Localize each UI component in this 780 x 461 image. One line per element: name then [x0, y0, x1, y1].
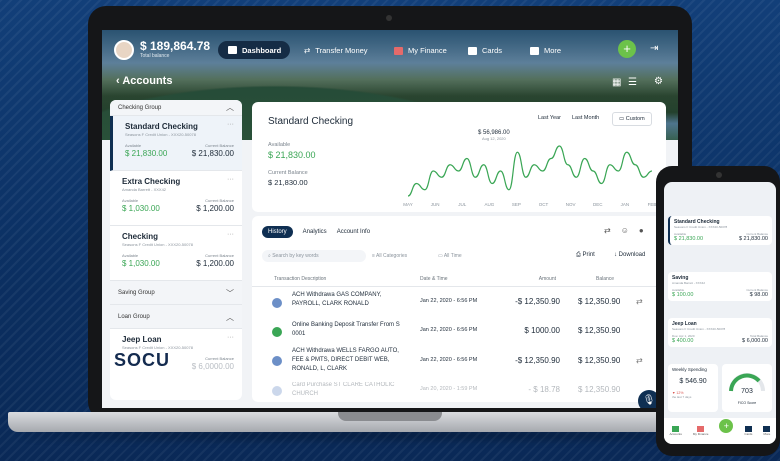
account-title: Standard Checking [268, 116, 354, 127]
printer-icon: ⎙ [576, 252, 581, 258]
nav-more[interactable]: More [530, 46, 561, 55]
weekly-spending-card[interactable]: Weekly Spending $ 546.90 ▼ 12% the last … [668, 364, 718, 412]
grid-view-icon[interactable]: ▦ [612, 77, 621, 88]
x-tick-label: OCT [539, 202, 549, 207]
x-tick-label: DEC [593, 202, 603, 207]
people-icon[interactable]: ☺ [621, 226, 629, 235]
chevron-left-icon: ‹ [116, 75, 120, 87]
avatar[interactable] [114, 40, 134, 60]
calendar-icon: ▭ [619, 116, 625, 122]
phone-bottom-nav: Accounts My Finance + Cards More [664, 418, 776, 444]
page-title: Accounts [122, 75, 173, 87]
phone-nav-my-finance[interactable]: My Finance [693, 426, 708, 436]
account-standard-checking[interactable]: Standard Checking Seasons F Credit Union… [110, 116, 242, 171]
x-tick-label: NOV [566, 202, 576, 207]
x-tick-label: SEP [512, 202, 521, 207]
more-dots-icon[interactable]: ··· [227, 231, 234, 238]
chevron-up-icon: ︿ [226, 103, 234, 112]
chevron-down-icon: ﹀ [226, 289, 234, 298]
filter-custom[interactable]: ▭ Custom [612, 112, 652, 126]
fico-score-card[interactable]: 703 FICO Score [722, 364, 772, 412]
calendar-icon: ▭ [438, 253, 443, 259]
logout-icon[interactable]: ⇥ [650, 43, 658, 54]
x-tick-label: AUG [484, 202, 494, 207]
filter-icon: ≡ [372, 253, 375, 259]
nav-my-finance[interactable]: My Finance [394, 46, 447, 55]
phone-nav-accounts[interactable]: Accounts [670, 426, 682, 436]
phone-account-card[interactable]: Standard Checking Seasons F Credit Union… [668, 216, 772, 245]
balance-line-chart: MAY JUN JUL AUG SEP OCT NOV DEC JAN FEB [403, 145, 656, 207]
more-dots-icon[interactable]: ··· [227, 121, 234, 128]
account-extra-checking[interactable]: Extra Checking Amanda Barrett - XXX42 ··… [110, 171, 242, 226]
x-tick-label: JUL [458, 202, 466, 207]
table-row[interactable]: Card Purchase ST CLARE CATHOLIC CHURCH J… [252, 380, 666, 402]
chevron-up-icon: ︿ [226, 313, 234, 322]
laptop-camera [386, 15, 392, 21]
tab-analytics[interactable]: Analytics [303, 229, 327, 235]
deposit-icon [272, 327, 282, 337]
total-balance: $ 189,864.78 [140, 39, 211, 53]
download-icon: ↓ [614, 252, 617, 258]
search-icon: ⌕ [268, 253, 271, 259]
transaction-icon [272, 356, 282, 366]
balance-series-line [407, 145, 653, 197]
checking-group-header[interactable]: Checking Group ︿ [110, 100, 242, 116]
cards-icon [468, 46, 477, 55]
balance-chart-card: Standard Checking Available $ 21,830.00 … [252, 102, 666, 212]
table-row[interactable]: ACH Withdrawa WELLS FARGO AUTO, FEE & PM… [252, 346, 666, 378]
tab-history[interactable]: History [262, 226, 293, 238]
x-tick-label: JUN [431, 202, 440, 207]
more-dots-icon[interactable]: ··· [227, 176, 234, 183]
more-grid-icon [530, 46, 539, 55]
transfer-icon: ⇄ [304, 46, 311, 55]
nav-transfer-money[interactable]: ⇄ Transfer Money [304, 46, 368, 55]
x-tick-label: MAY [403, 202, 412, 207]
list-view-icon[interactable]: ☰ [628, 77, 637, 88]
available-amount: $ 21,830.00 [268, 150, 316, 160]
transaction-icon [272, 386, 282, 396]
more-dots-icon[interactable]: ··· [227, 334, 234, 341]
socu-logo: SOCU [114, 350, 171, 370]
chart-tooltip: $ 56,986.00 Aug 12, 2020 [478, 130, 510, 141]
laptop-notch [338, 412, 442, 421]
phone-plus-button[interactable]: + [719, 419, 734, 433]
add-button[interactable]: + [618, 40, 636, 58]
filter-last-month[interactable]: Last Month [566, 112, 605, 124]
tab-account-info[interactable]: Account Info [337, 229, 370, 235]
phone-account-card[interactable]: Saving Amanda Barrett - XXX42 Available C… [668, 272, 772, 301]
current-amount: $ 21,830.00 [268, 178, 308, 187]
recurring-icon[interactable]: ⇄ [636, 356, 643, 365]
filter-last-year[interactable]: Last Year [532, 112, 567, 124]
bell-icon[interactable]: ● [639, 226, 644, 235]
nav-cards[interactable]: Cards [468, 46, 502, 55]
transaction-icon [272, 298, 282, 308]
phone-loan-card[interactable]: Jeep Loan Seasons F Credit Union - XXX20… [668, 318, 772, 347]
recurring-icon[interactable]: ⇄ [604, 226, 611, 235]
recurring-icon[interactable]: ⇄ [636, 297, 643, 306]
settings-gear-icon[interactable]: ⚙ [654, 76, 663, 87]
print-button[interactable]: ⎙ Print [576, 252, 595, 259]
table-row[interactable]: Online Banking Deposit Transfer From S 0… [252, 320, 666, 344]
saving-group-header[interactable]: Saving Group ﹀ [110, 281, 242, 305]
table-row[interactable]: ACH Withdrawa GAS COMPANY, PAYROLL, CLAR… [252, 290, 666, 318]
loan-group-header[interactable]: Loan Group ︿ [110, 305, 242, 329]
account-checking[interactable]: Checking Seasons F Credit Union - XXX20-… [110, 226, 242, 281]
phone-camera [716, 172, 722, 178]
nav-dashboard[interactable]: Dashboard [218, 41, 290, 59]
finance-icon [394, 46, 403, 55]
x-tick-label: JAN [621, 202, 630, 207]
total-balance-label: Total balance [140, 53, 170, 59]
category-filter[interactable]: ≡ All Categories [372, 253, 407, 259]
laptop-screen: $ 189,864.78 Total balance Dashboard ⇄ T… [102, 30, 678, 408]
download-button[interactable]: ↓ Download [614, 252, 645, 258]
phone-screen: Standard Checking Seasons F Credit Union… [664, 182, 776, 444]
history-panel: History Analytics Account Info ⇄ ☺ ● ⌕ S… [252, 216, 666, 402]
time-filter[interactable]: ▭ All Time [438, 253, 462, 259]
phone-nav-more[interactable]: More [763, 426, 771, 436]
phone-nav-cards[interactable]: Cards [744, 426, 752, 436]
dashboard-icon [228, 46, 237, 54]
search-input[interactable]: ⌕ Search by key words [262, 250, 366, 262]
back-to-accounts[interactable]: ‹ Accounts [116, 75, 172, 87]
